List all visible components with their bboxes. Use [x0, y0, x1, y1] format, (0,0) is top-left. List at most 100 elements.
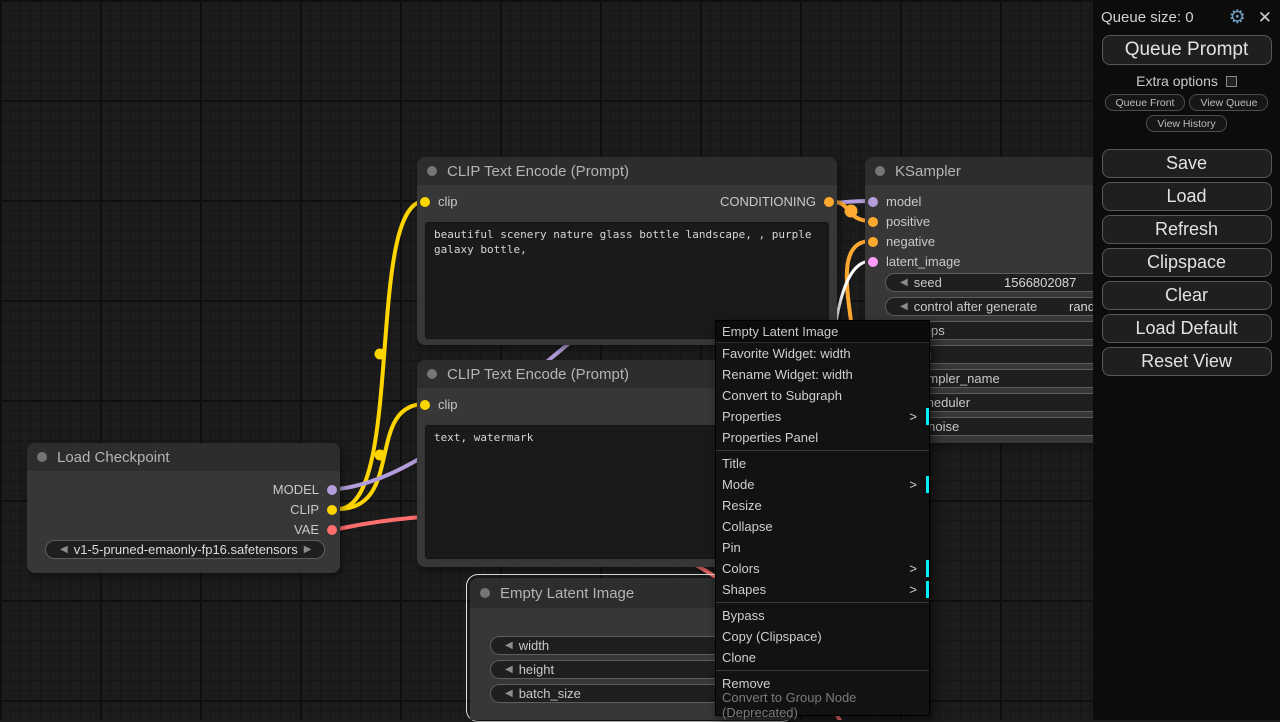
vae-slot-dot[interactable] — [327, 525, 337, 535]
model-slot-dot[interactable] — [868, 197, 878, 207]
conditioning-slot-dot[interactable] — [868, 237, 878, 247]
menu-item-favorite-widget[interactable]: Favorite Widget: width — [716, 343, 929, 364]
menu-item-convert-to-subgraph[interactable]: Convert to Subgraph — [716, 385, 929, 406]
decrement-icon[interactable]: ◀ — [900, 277, 908, 288]
widget-label: width — [519, 638, 549, 653]
node-title-bar[interactable]: Load Checkpoint — [27, 443, 340, 471]
output-slot-model[interactable]: MODEL — [273, 482, 337, 497]
node-clip-text-encode-positive[interactable]: CLIP Text Encode (Prompt) clip CONDITION… — [417, 157, 837, 345]
load-button[interactable]: Load — [1102, 182, 1272, 211]
clear-button[interactable]: Clear — [1102, 281, 1272, 310]
submenu-indicator — [926, 476, 929, 493]
widget-label: height — [519, 662, 554, 677]
clip-slot-dot[interactable] — [420, 197, 430, 207]
decrement-icon[interactable]: ◀ — [505, 688, 513, 699]
link-dot-clip-2[interactable] — [375, 450, 386, 461]
latent-slot-dot[interactable] — [868, 257, 878, 267]
menu-item-convert-to-group-node[interactable]: Convert to Group Node (Deprecated) — [716, 694, 929, 715]
widget-value: 1566802087 — [1004, 275, 1076, 290]
collapse-dot-icon[interactable] — [875, 166, 885, 176]
slot-label: CONDITIONING — [720, 194, 816, 209]
menu-item-bypass[interactable]: Bypass — [716, 605, 929, 626]
menu-separator — [716, 670, 929, 671]
ckpt-name-value: v1-5-pruned-emaonly-fp16.safetensors — [74, 542, 298, 557]
extra-options-label: Extra options — [1136, 73, 1218, 89]
node-title-bar[interactable]: CLIP Text Encode (Prompt) — [417, 157, 837, 185]
menu-separator — [716, 602, 929, 603]
menu-item-clone[interactable]: Clone — [716, 647, 929, 668]
clip-slot-dot[interactable] — [420, 400, 430, 410]
output-slot-vae[interactable]: VAE — [294, 522, 337, 537]
model-slot-dot[interactable] — [327, 485, 337, 495]
decrement-icon[interactable]: ◀ — [505, 664, 513, 675]
link-dot-conditioning[interactable] — [845, 205, 858, 218]
output-slot-conditioning[interactable]: CONDITIONING — [720, 194, 834, 209]
menu-item-properties[interactable]: Properties > — [716, 406, 929, 427]
menu-item-colors[interactable]: Colors > — [716, 558, 929, 579]
extra-options-checkbox[interactable] — [1226, 76, 1237, 87]
refresh-button[interactable]: Refresh — [1102, 215, 1272, 244]
menu-item-shapes[interactable]: Shapes > — [716, 579, 929, 600]
queue-front-button[interactable]: Queue Front — [1105, 94, 1186, 111]
collapse-dot-icon[interactable] — [427, 166, 437, 176]
slot-label: clip — [438, 397, 458, 412]
next-option-icon[interactable]: ▶ — [304, 544, 312, 555]
node-load-checkpoint[interactable]: Load Checkpoint MODEL CLIP VAE ◀ v1-5-pr… — [27, 443, 340, 573]
input-slot-model[interactable]: model — [868, 194, 921, 209]
collapse-dot-icon[interactable] — [480, 588, 490, 598]
node-title: KSampler — [895, 163, 961, 180]
close-icon[interactable]: ✕ — [1258, 9, 1272, 26]
menu-item-pin[interactable]: Pin — [716, 537, 929, 558]
slot-label: latent_image — [886, 254, 960, 269]
graph-canvas[interactable]: CLIP Text Encode (Prompt) clip CONDITION… — [0, 0, 1280, 720]
comfy-menu-panel: Queue size: 0 ⚙ ✕ Queue Prompt Extra opt… — [1093, 0, 1280, 720]
view-history-button[interactable]: View History — [1146, 115, 1226, 132]
menu-item-title[interactable]: Title — [716, 453, 929, 474]
slot-label: MODEL — [273, 482, 319, 497]
menu-item-rename-widget[interactable]: Rename Widget: width — [716, 364, 929, 385]
menu-item-mode[interactable]: Mode > — [716, 474, 929, 495]
menu-item-resize[interactable]: Resize — [716, 495, 929, 516]
queue-prompt-button[interactable]: Queue Prompt — [1102, 35, 1272, 65]
input-slot-latent-image[interactable]: latent_image — [868, 254, 960, 269]
input-slot-negative[interactable]: negative — [868, 234, 935, 249]
node-context-menu: Empty Latent Image Favorite Widget: widt… — [715, 320, 930, 716]
input-slot-positive[interactable]: positive — [868, 214, 930, 229]
clipspace-button[interactable]: Clipspace — [1102, 248, 1272, 277]
reset-view-button[interactable]: Reset View — [1102, 347, 1272, 376]
settings-gear-icon[interactable]: ⚙ — [1229, 8, 1246, 27]
queue-size-label: Queue size: 0 — [1101, 9, 1194, 26]
widget-ckpt-name[interactable]: ◀ v1-5-pruned-emaonly-fp16.safetensors ▶ — [45, 540, 325, 559]
prev-option-icon[interactable]: ◀ — [60, 544, 68, 555]
conditioning-slot-dot[interactable] — [868, 217, 878, 227]
menu-item-copy-clipspace[interactable]: Copy (Clipspace) — [716, 626, 929, 647]
widget-label: control after generate — [914, 299, 1038, 314]
submenu-arrow-icon: > — [909, 477, 917, 492]
node-title: CLIP Text Encode (Prompt) — [447, 366, 629, 383]
link-dot-clip-1[interactable] — [375, 349, 386, 360]
node-title: Load Checkpoint — [57, 449, 170, 466]
slot-label: clip — [438, 194, 458, 209]
clip-slot-dot[interactable] — [327, 505, 337, 515]
node-title: Empty Latent Image — [500, 585, 634, 602]
conditioning-slot-dot[interactable] — [824, 197, 834, 207]
submenu-indicator — [926, 408, 929, 425]
decrement-icon[interactable]: ◀ — [505, 640, 513, 651]
input-slot-clip[interactable]: clip — [420, 194, 458, 209]
decrement-icon[interactable]: ◀ — [900, 301, 908, 312]
collapse-dot-icon[interactable] — [37, 452, 47, 462]
slot-label: negative — [886, 234, 935, 249]
slot-label: positive — [886, 214, 930, 229]
slot-label: CLIP — [290, 502, 319, 517]
menu-item-collapse[interactable]: Collapse — [716, 516, 929, 537]
load-default-button[interactable]: Load Default — [1102, 314, 1272, 343]
input-slot-clip[interactable]: clip — [420, 397, 458, 412]
menu-item-properties-panel[interactable]: Properties Panel — [716, 427, 929, 448]
widget-label: seed — [914, 275, 942, 290]
view-queue-button[interactable]: View Queue — [1189, 94, 1268, 111]
collapse-dot-icon[interactable] — [427, 369, 437, 379]
output-slot-clip[interactable]: CLIP — [290, 502, 337, 517]
submenu-arrow-icon: > — [909, 582, 917, 597]
save-button[interactable]: Save — [1102, 149, 1272, 178]
widget-label: batch_size — [519, 686, 581, 701]
